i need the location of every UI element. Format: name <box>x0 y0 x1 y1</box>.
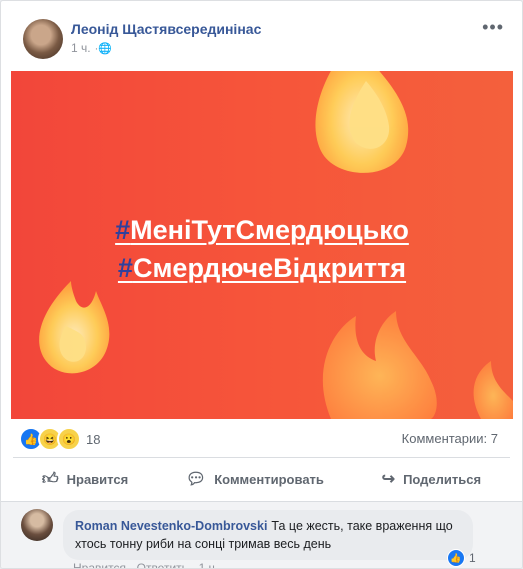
divider <box>13 457 510 458</box>
flame-icon <box>322 311 513 419</box>
comments-count[interactable]: Комментарии: 7 <box>402 431 498 446</box>
globe-icon: ·🌐 <box>94 42 112 55</box>
hashtag-link[interactable]: #МеніТутСмердюцько <box>11 211 513 249</box>
post-time[interactable]: 1 ч. <box>71 41 91 55</box>
ellipsis-icon[interactable]: ••• <box>482 17 504 38</box>
post-actions: 👍︎ Нравится 💬︎ Комментировать ↪ Поделить… <box>13 463 510 495</box>
comment-reactions[interactable]: 👍 1 <box>447 549 476 567</box>
hashtag-block: #МеніТутСмердюцько #СмердючеВідкриття <box>11 211 513 287</box>
hashtag-link[interactable]: #СмердючеВідкриття <box>11 249 513 287</box>
comment-icon: 💬︎ <box>185 471 207 488</box>
author-name[interactable]: Леонід Щастявсерединінас <box>71 21 261 37</box>
wow-icon: 😮 <box>57 427 81 451</box>
reaction-count: 18 <box>86 431 101 447</box>
share-button[interactable]: ↪ Поделиться <box>382 469 481 489</box>
flame-icon <box>39 281 110 374</box>
share-icon: ↪ <box>381 471 396 488</box>
commenter-avatar[interactable] <box>21 509 53 541</box>
comment-like-count: 1 <box>469 551 476 565</box>
reactions-summary[interactable]: 👍 😆 😮 18 <box>19 427 100 451</box>
thumbs-up-icon: 👍︎ <box>41 470 59 488</box>
comment-button[interactable]: 💬︎ Комментировать <box>186 469 324 489</box>
author-avatar[interactable] <box>23 19 63 59</box>
post-meta: 1 ч. ·🌐 <box>71 41 112 55</box>
post-banner[interactable]: #МеніТутСмердюцько #СмердючеВідкриття <box>11 71 513 419</box>
comment-bubble: Roman Nevestenko-Dombrovski Та це жесть, … <box>63 510 473 560</box>
flame-icon <box>315 71 409 173</box>
post-card: Леонід Щастявсерединінас 1 ч. ·🌐 ••• #Ме… <box>0 0 523 569</box>
commenter-name[interactable]: Roman Nevestenko-Dombrovski <box>75 519 267 533</box>
comment-links[interactable]: Нравится · Ответить · 1 ч. <box>73 561 218 568</box>
like-icon: 👍 <box>447 549 465 567</box>
like-button[interactable]: 👍︎ Нравится <box>42 470 128 489</box>
